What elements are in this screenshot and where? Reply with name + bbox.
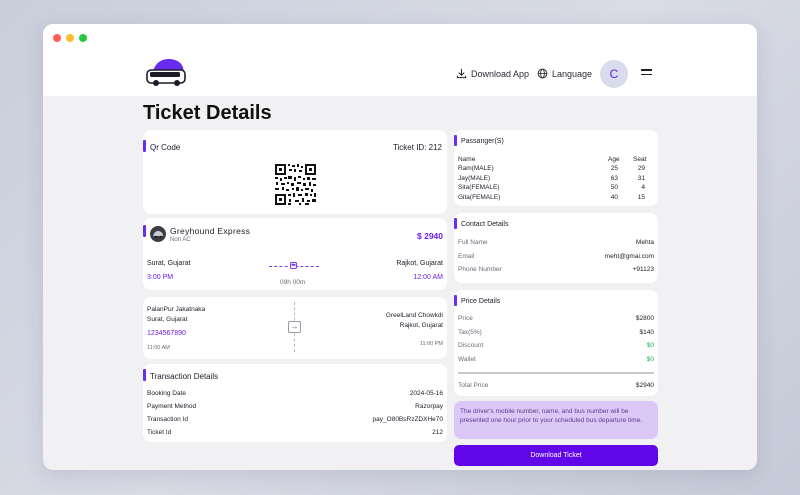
wallet-value: $0 — [646, 356, 654, 363]
to-city: Rajkot, Gujarat — [396, 260, 443, 267]
journey-duration: 09h 00m — [280, 279, 306, 286]
passenger-header-seat: Seat — [633, 156, 647, 163]
passenger-seat: 31 — [637, 175, 645, 182]
maximize-window-dot[interactable] — [79, 34, 87, 42]
ticket-id-row-value: 212 — [432, 429, 443, 436]
download-ticket-button[interactable]: Download Ticket — [454, 445, 658, 466]
ticket-id-label: Ticket ID: 212 — [392, 143, 442, 152]
full-name-value: Mehta — [635, 239, 654, 246]
boarding-points-card: PalanPur Jakatnaka Surat, Gujarat 123456… — [143, 297, 447, 359]
passenger-header-age: Age — [608, 156, 620, 163]
phone-label: Phone Number — [458, 266, 502, 273]
passenger-name: Jay(MALE) — [458, 175, 491, 182]
from-city: Surat, Gujarat — [147, 260, 191, 267]
wallet-label: Wallet — [458, 356, 476, 363]
arrival-time: 12:00 AM — [413, 274, 443, 281]
menu-icon[interactable] — [641, 69, 652, 77]
passenger-seat: 4 — [641, 184, 645, 191]
discount-label: Discount — [458, 342, 484, 349]
download-app-label: Download App — [471, 68, 530, 79]
passenger-name: Ram(MALE) — [458, 165, 494, 172]
user-avatar[interactable]: C — [600, 60, 628, 88]
bus-type: Non AC — [170, 237, 191, 243]
pickup-point-name: PalanPur Jakatnaka — [147, 306, 206, 313]
bus-journey-card: Greyhound Express Non AC $ 2940 Surat, G… — [143, 218, 447, 290]
passenger-header-name: Name — [458, 156, 476, 163]
operator-logo-icon — [150, 226, 166, 242]
bus-icon — [290, 262, 297, 269]
drop-city: Rajkot, Gujarat — [399, 322, 443, 329]
ticket-id-row-label: Ticket Id — [147, 429, 172, 436]
close-window-dot[interactable] — [53, 34, 61, 42]
email-label: Email — [458, 253, 475, 260]
total-price-value: $2940 — [635, 382, 654, 389]
price-card-title: Price Details — [461, 298, 501, 305]
departure-time: 3:00 PM — [147, 274, 174, 281]
full-name-label: Full Name — [458, 239, 488, 246]
download-icon — [456, 68, 467, 79]
passenger-age: 63 — [610, 175, 618, 182]
pickup-time: 11:00 AM — [147, 345, 170, 351]
tax-value: $140 — [639, 329, 654, 336]
download-app-link[interactable]: Download App — [456, 68, 529, 79]
bus-logo-icon[interactable] — [144, 56, 190, 88]
passenger-seat: 15 — [637, 194, 645, 201]
discount-value: $0 — [646, 342, 654, 349]
transaction-id-label: Transaction Id — [147, 416, 188, 423]
qr-code-image — [274, 163, 317, 206]
drop-point-name: GreelLand Chowkdi — [385, 312, 443, 319]
pickup-city: Surat, Gujarat — [147, 316, 188, 323]
qr-code-card: Qr Code Ticket ID: 212 — [143, 130, 447, 214]
passenger-age: 50 — [610, 184, 618, 191]
passenger-seat: 29 — [637, 165, 645, 172]
contact-card-title: Contact Details — [461, 221, 509, 228]
app-window: Download App Language C Ticket Details Q… — [43, 24, 757, 470]
payment-method-value: Razorpay — [415, 403, 443, 410]
transaction-id-value: pay_O80BsRzZDXHe70 — [372, 416, 443, 423]
price-label: Price — [458, 315, 473, 322]
passenger-age: 40 — [610, 194, 618, 201]
tax-label: Tax(5%) — [458, 329, 482, 336]
language-label: Language — [552, 68, 593, 79]
booking-date-label: Booking Date — [147, 390, 187, 397]
passenger-name: Gita(FEMALE) — [458, 194, 501, 201]
contact-details-card: Contact Details Full Name Mehta Email me… — [454, 213, 658, 283]
price-divider — [458, 372, 654, 374]
globe-icon — [537, 68, 548, 79]
total-price-label: Total Price — [458, 382, 489, 389]
transaction-details-card: Transaction Details Booking Date 2024-05… — [143, 364, 447, 442]
driver-info-notice: The driver's mobile number, name, and bu… — [454, 401, 658, 439]
passengers-card: Passanger(S) Name Age Seat Ram(MALE) 25 … — [454, 130, 658, 206]
operator-name: Greyhound Express — [170, 226, 251, 236]
booking-date-value: 2024-05-16 — [409, 390, 443, 397]
fare-amount: $ 2940 — [417, 231, 443, 241]
language-selector[interactable]: Language — [537, 68, 592, 79]
price-value: $2800 — [635, 315, 654, 322]
header-bar: Download App Language C — [43, 24, 757, 96]
pickup-phone[interactable]: 1234567890 — [147, 330, 186, 337]
email-value: meht@gmai.com — [604, 253, 654, 260]
payment-method-label: Payment Method — [147, 403, 197, 410]
page-title: Ticket Details — [143, 102, 272, 124]
passenger-age: 25 — [610, 165, 618, 172]
transaction-card-title: Transaction Details — [150, 372, 219, 381]
transfer-arrow-icon: → — [288, 321, 301, 333]
qr-card-title: Qr Code — [150, 143, 181, 152]
passenger-name: Sita(FEMALE) — [458, 184, 500, 191]
phone-value: +91123 — [632, 266, 654, 273]
passengers-card-title: Passanger(S) — [461, 138, 504, 145]
price-details-card: Price Details Price $2800 Tax(5%) $140 D… — [454, 290, 658, 396]
drop-time: 11:00 PM — [419, 341, 443, 347]
minimize-window-dot[interactable] — [66, 34, 74, 42]
